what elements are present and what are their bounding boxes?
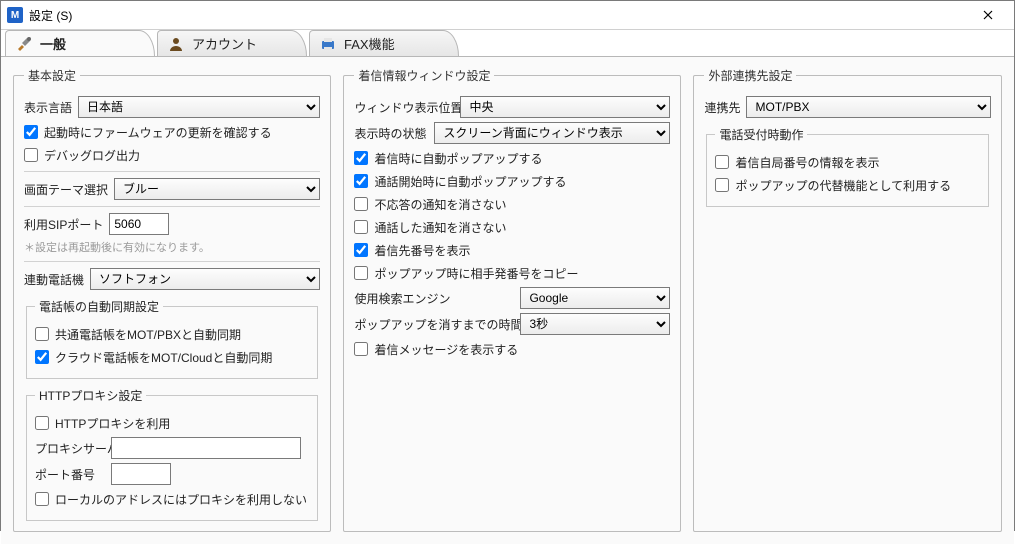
display-state-label: 表示時の状態 <box>354 125 428 142</box>
window-position-label: ウィンドウ表示位置 <box>354 99 454 116</box>
center-column: 着信情報ウィンドウ設定 ウィンドウ表示位置 中央 表示時の状態 スクリーン背面に… <box>343 67 681 532</box>
check-firmware-update-box[interactable] <box>24 125 38 139</box>
theme-label: 画面テーマ選択 <box>24 181 108 198</box>
search-engine-label: 使用検索エンジン <box>354 290 514 307</box>
separator <box>24 261 320 262</box>
general-icon <box>16 36 32 52</box>
language-label: 表示言語 <box>24 99 72 116</box>
check-popup-on-callstart[interactable]: 通話開始時に自動ポップアップする <box>354 171 670 191</box>
tab-fax[interactable]: FAX機能 <box>309 30 459 56</box>
check-use-proxy-label: HTTPプロキシを利用 <box>55 415 170 432</box>
tab-account-label: アカウント <box>192 34 257 53</box>
basic-settings-legend: 基本設定 <box>24 67 80 84</box>
close-button[interactable] <box>966 1 1010 29</box>
sip-port-input[interactable] <box>109 213 169 235</box>
close-icon <box>983 10 993 20</box>
check-keep-talked[interactable]: 通話した通知を消さない <box>354 217 670 237</box>
window-title: 設定 (S) <box>29 7 966 24</box>
check-sync-common[interactable]: 共通電話帳をMOT/PBXと自動同期 <box>35 324 309 344</box>
check-keep-noanswer[interactable]: 不応答の通知を消さない <box>354 194 670 214</box>
separator <box>24 206 320 207</box>
phonebook-sync-legend: 電話帳の自動同期設定 <box>35 298 163 315</box>
check-show-callee[interactable]: 着信先番号を表示 <box>354 240 670 260</box>
check-proxy-bypass-local-box[interactable] <box>35 492 49 506</box>
check-show-message[interactable]: 着信メッセージを表示する <box>354 339 670 359</box>
link-target-select[interactable]: MOT/PBX <box>746 96 991 118</box>
check-sync-cloud-box[interactable] <box>35 350 49 364</box>
check-use-as-popup-alt[interactable]: ポップアップの代替機能として利用する <box>715 175 980 195</box>
check-firmware-update[interactable]: 起動時にファームウェアの更新を確認する <box>24 122 320 142</box>
check-sync-cloud-label: クラウド電話帳をMOT/Cloudと自動同期 <box>55 349 272 366</box>
proxy-server-input[interactable] <box>111 437 301 459</box>
proxy-server-label: プロキシサーバ <box>35 440 105 457</box>
settings-window: M 設定 (S) 一般 アカウント FAX機能 <box>0 0 1015 531</box>
phone-select[interactable]: ソフトフォン <box>90 268 320 290</box>
sip-port-hint: ＊設定は再起動後に有効になります。 <box>24 239 320 255</box>
popup-close-time-select[interactable]: 3秒 <box>520 313 670 335</box>
sip-port-label: 利用SIPポート <box>24 216 103 233</box>
http-proxy-legend: HTTPプロキシ設定 <box>35 387 146 404</box>
app-icon: M <box>7 7 23 23</box>
display-state-select[interactable]: スクリーン背面にウィンドウ表示 <box>434 122 670 144</box>
fax-icon <box>320 36 336 52</box>
external-link-legend: 外部連携先設定 <box>704 67 796 84</box>
separator <box>24 171 320 172</box>
external-link-group: 外部連携先設定 連携先 MOT/PBX 電話受付時動作 着信自局番号の情報を表示 <box>693 67 1002 532</box>
receive-behavior-group: 電話受付時動作 着信自局番号の情報を表示 ポップアップの代替機能として利用する <box>706 126 989 207</box>
right-column: 外部連携先設定 連携先 MOT/PBX 電話受付時動作 着信自局番号の情報を表示 <box>693 67 1002 532</box>
link-target-label: 連携先 <box>704 99 740 116</box>
check-proxy-bypass-local-label: ローカルのアドレスにはプロキシを利用しない <box>55 491 307 508</box>
receive-behavior-legend: 電話受付時動作 <box>715 126 807 143</box>
language-select[interactable]: 日本語 <box>78 96 320 118</box>
popup-settings-legend: 着信情報ウィンドウ設定 <box>354 67 494 84</box>
check-popup-on-incoming[interactable]: 着信時に自動ポップアップする <box>354 148 670 168</box>
proxy-port-input[interactable] <box>111 463 171 485</box>
phonebook-sync-group: 電話帳の自動同期設定 共通電話帳をMOT/PBXと自動同期 クラウド電話帳をMO… <box>26 298 318 379</box>
check-debug-log-box[interactable] <box>24 148 38 162</box>
left-column: 基本設定 表示言語 日本語 起動時にファームウェアの更新を確認する デバッグログ… <box>13 67 331 532</box>
check-copy-caller[interactable]: ポップアップ時に相手発番号をコピー <box>354 263 670 283</box>
check-sync-common-box[interactable] <box>35 327 49 341</box>
check-debug-log-label: デバッグログ出力 <box>44 147 140 164</box>
tab-general[interactable]: 一般 <box>5 30 155 56</box>
tab-account[interactable]: アカウント <box>157 30 307 56</box>
window-position-select[interactable]: 中央 <box>460 96 670 118</box>
check-debug-log[interactable]: デバッグログ出力 <box>24 145 320 165</box>
titlebar: M 設定 (S) <box>1 1 1014 30</box>
tabstrip: 一般 アカウント FAX機能 <box>1 30 1014 57</box>
general-panel: 基本設定 表示言語 日本語 起動時にファームウェアの更新を確認する デバッグログ… <box>1 57 1014 544</box>
check-show-own-number-info[interactable]: 着信自局番号の情報を表示 <box>715 152 980 172</box>
popup-close-time-label: ポップアップを消すまでの時間 <box>354 316 514 333</box>
check-use-proxy[interactable]: HTTPプロキシを利用 <box>35 413 309 433</box>
basic-settings-group: 基本設定 表示言語 日本語 起動時にファームウェアの更新を確認する デバッグログ… <box>13 67 331 532</box>
check-use-proxy-box[interactable] <box>35 416 49 430</box>
tab-general-label: 一般 <box>40 34 66 53</box>
phone-label: 連動電話機 <box>24 271 84 288</box>
check-sync-cloud[interactable]: クラウド電話帳をMOT/Cloudと自動同期 <box>35 347 309 367</box>
check-proxy-bypass-local[interactable]: ローカルのアドレスにはプロキシを利用しない <box>35 489 309 509</box>
theme-select[interactable]: ブルー <box>114 178 320 200</box>
proxy-port-label: ポート番号 <box>35 466 105 483</box>
http-proxy-group: HTTPプロキシ設定 HTTPプロキシを利用 プロキシサーバ ポート番号 <box>26 387 318 521</box>
search-engine-select[interactable]: Google <box>520 287 670 309</box>
account-icon <box>168 36 184 52</box>
popup-settings-group: 着信情報ウィンドウ設定 ウィンドウ表示位置 中央 表示時の状態 スクリーン背面に… <box>343 67 681 532</box>
check-sync-common-label: 共通電話帳をMOT/PBXと自動同期 <box>55 326 241 343</box>
check-firmware-update-label: 起動時にファームウェアの更新を確認する <box>44 124 272 141</box>
tab-fax-label: FAX機能 <box>344 34 395 53</box>
